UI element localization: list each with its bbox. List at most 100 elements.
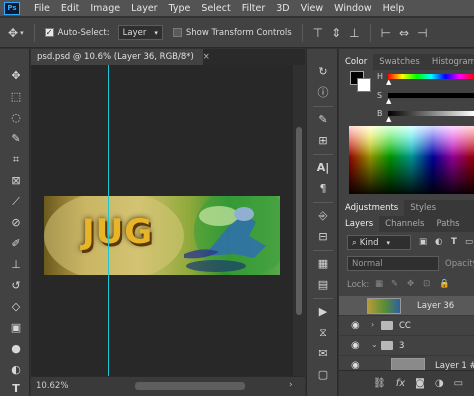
timeline-icon[interactable]: ⧖ — [315, 325, 331, 341]
layer-row[interactable]: ◉ › CC — [339, 316, 474, 336]
background-color-swatch[interactable] — [357, 78, 371, 92]
menu-window[interactable]: Window — [334, 3, 371, 14]
quick-select-tool-icon[interactable]: ✎ — [8, 131, 24, 147]
brush-tool-icon[interactable]: ✐ — [8, 236, 24, 252]
move-tool-icon[interactable]: ✥ — [8, 68, 24, 84]
frame-tool-icon[interactable]: ⊠ — [8, 173, 24, 189]
visibility-eye-icon[interactable]: ◉ — [351, 340, 360, 351]
lock-artboard-icon[interactable]: ⊡ — [423, 279, 430, 289]
align-top-icon[interactable]: ⊤ — [313, 26, 323, 40]
slider-knob[interactable]: ▲ — [386, 115, 391, 123]
align-middle-icon[interactable]: ⇕ — [331, 26, 341, 40]
brush-presets-icon[interactable]: ✎ — [315, 112, 331, 128]
libraries-icon[interactable]: ▤ — [315, 277, 331, 293]
chevron-right-icon[interactable]: › — [371, 320, 374, 329]
paragraph-icon[interactable]: ¶ — [315, 181, 331, 197]
new-group-icon[interactable]: ▭ — [454, 378, 463, 389]
lock-all-icon[interactable]: 🔒 — [439, 279, 450, 289]
healing-brush-icon[interactable]: ⊘ — [8, 215, 24, 231]
swatches-icon[interactable]: ▦ — [315, 256, 331, 272]
slider-knob[interactable]: ▲ — [386, 78, 391, 86]
layer-style-fx-button[interactable]: fx — [396, 378, 405, 389]
menu-view[interactable]: View — [301, 3, 324, 14]
auto-select-checkbox[interactable]: ✓ — [44, 28, 54, 37]
lasso-tool-icon[interactable]: ◌ — [8, 110, 24, 126]
filter-pixel-icon[interactable]: ▣ — [419, 237, 427, 247]
canvas-artwork[interactable]: JUG — [44, 196, 280, 275]
align-left-icon[interactable]: ⊢ — [381, 26, 391, 40]
crop-tool-icon[interactable]: ⌗ — [8, 152, 24, 168]
tab-styles[interactable]: Styles — [404, 200, 442, 216]
menu-layer[interactable]: Layer — [131, 3, 158, 14]
hue-slider[interactable] — [388, 74, 474, 79]
show-transform-checkbox[interactable] — [172, 28, 182, 37]
blend-mode-dropdown[interactable]: Normal — [347, 256, 439, 271]
auto-select-target-dropdown[interactable]: Layer ▾ — [117, 25, 163, 40]
menu-3d[interactable]: 3D — [276, 3, 289, 14]
tab-histogram[interactable]: Histogram — [426, 54, 474, 70]
gradient-tool-icon[interactable]: ▣ — [8, 320, 24, 336]
menu-type[interactable]: Type — [169, 3, 191, 14]
glyphs-icon[interactable]: ⎆ — [315, 208, 331, 224]
notes-icon[interactable]: ✉ — [315, 346, 331, 362]
character-icon[interactable]: A| — [315, 160, 331, 176]
marquee-tool-icon[interactable]: ⬚ — [8, 89, 24, 105]
layer-row[interactable]: ◉ ⌄ 3 — [339, 336, 474, 356]
horizontal-scrollbar[interactable] — [135, 382, 245, 390]
menu-file[interactable]: File — [34, 3, 50, 14]
adjustment-layer-icon[interactable]: ◑ — [435, 378, 444, 389]
properties-icon[interactable]: ⊟ — [315, 229, 331, 245]
history-icon[interactable]: ↻ — [315, 64, 331, 80]
menu-edit[interactable]: Edit — [61, 3, 79, 14]
zoom-readout[interactable]: 10.62% — [36, 381, 68, 391]
tab-color[interactable]: Color — [339, 54, 374, 70]
menu-help[interactable]: Help — [383, 3, 405, 14]
chevron-right-icon[interactable]: › — [289, 380, 293, 390]
saturation-slider[interactable] — [388, 93, 474, 98]
dodge-tool-icon[interactable]: ◐ — [8, 362, 24, 378]
filter-type-icon[interactable]: T — [451, 237, 457, 247]
actions-icon[interactable]: ▶ — [315, 304, 331, 320]
clone-stamp-icon[interactable]: ⊥ — [8, 257, 24, 273]
align-bottom-icon[interactable]: ⊥ — [349, 26, 359, 40]
brightness-slider[interactable] — [388, 111, 474, 116]
move-tool-icon[interactable]: ✥ — [8, 26, 18, 40]
visibility-eye-icon[interactable]: ◉ — [351, 320, 360, 331]
layer-filter-kind-dropdown[interactable]: ⌕ Kind ▾ — [347, 235, 411, 250]
filter-shape-icon[interactable]: ▭ — [465, 237, 473, 247]
eyedropper-tool-icon[interactable]: ⟋ — [8, 194, 24, 210]
history-brush-icon[interactable]: ↺ — [8, 278, 24, 294]
align-right-icon[interactable]: ⊣ — [417, 26, 427, 40]
canvas-area[interactable]: JUG — [31, 65, 293, 376]
close-icon[interactable]: × — [203, 52, 210, 62]
chevron-down-icon[interactable]: ▾ — [20, 29, 24, 37]
scrollbar-thumb[interactable] — [296, 127, 302, 315]
clone-source-icon[interactable]: ⊞ — [315, 133, 331, 149]
filter-adjustment-icon[interactable]: ◐ — [435, 237, 442, 247]
tab-layers[interactable]: Layers — [339, 216, 380, 232]
tab-channels[interactable]: Channels — [379, 216, 430, 232]
tab-adjustments[interactable]: Adjustments — [339, 200, 405, 216]
menu-select[interactable]: Select — [201, 3, 230, 14]
eraser-tool-icon[interactable]: ◇ — [8, 299, 24, 315]
chevron-down-icon[interactable]: ⌄ — [371, 340, 378, 349]
info-icon[interactable]: ⓘ — [315, 85, 331, 101]
menu-image[interactable]: Image — [90, 3, 120, 14]
link-layers-icon[interactable]: ⛓ — [373, 378, 386, 389]
vertical-scrollbar[interactable] — [293, 65, 305, 376]
menu-filter[interactable]: Filter — [242, 3, 266, 14]
add-mask-icon[interactable]: ◙ — [415, 378, 425, 389]
tab-paths[interactable]: Paths — [430, 216, 465, 232]
lock-transparent-icon[interactable]: ▦ — [375, 279, 383, 289]
document-tab[interactable]: psd.psd @ 10.6% (Layer 36, RGB/8*) × — [31, 49, 210, 65]
comments-icon[interactable]: ▢ — [315, 367, 331, 383]
color-spectrum[interactable] — [349, 126, 474, 194]
type-tool-icon[interactable]: T — [8, 381, 24, 396]
blur-tool-icon[interactable]: ● — [8, 341, 24, 357]
align-center-icon[interactable]: ⇔ — [399, 26, 409, 40]
lock-position-icon[interactable]: ✥ — [407, 279, 414, 289]
lock-pixels-icon[interactable]: ✎ — [391, 279, 398, 289]
layer-row[interactable]: Layer 36 — [339, 296, 474, 316]
guide-line[interactable] — [108, 65, 109, 376]
tab-swatches[interactable]: Swatches — [373, 54, 426, 70]
